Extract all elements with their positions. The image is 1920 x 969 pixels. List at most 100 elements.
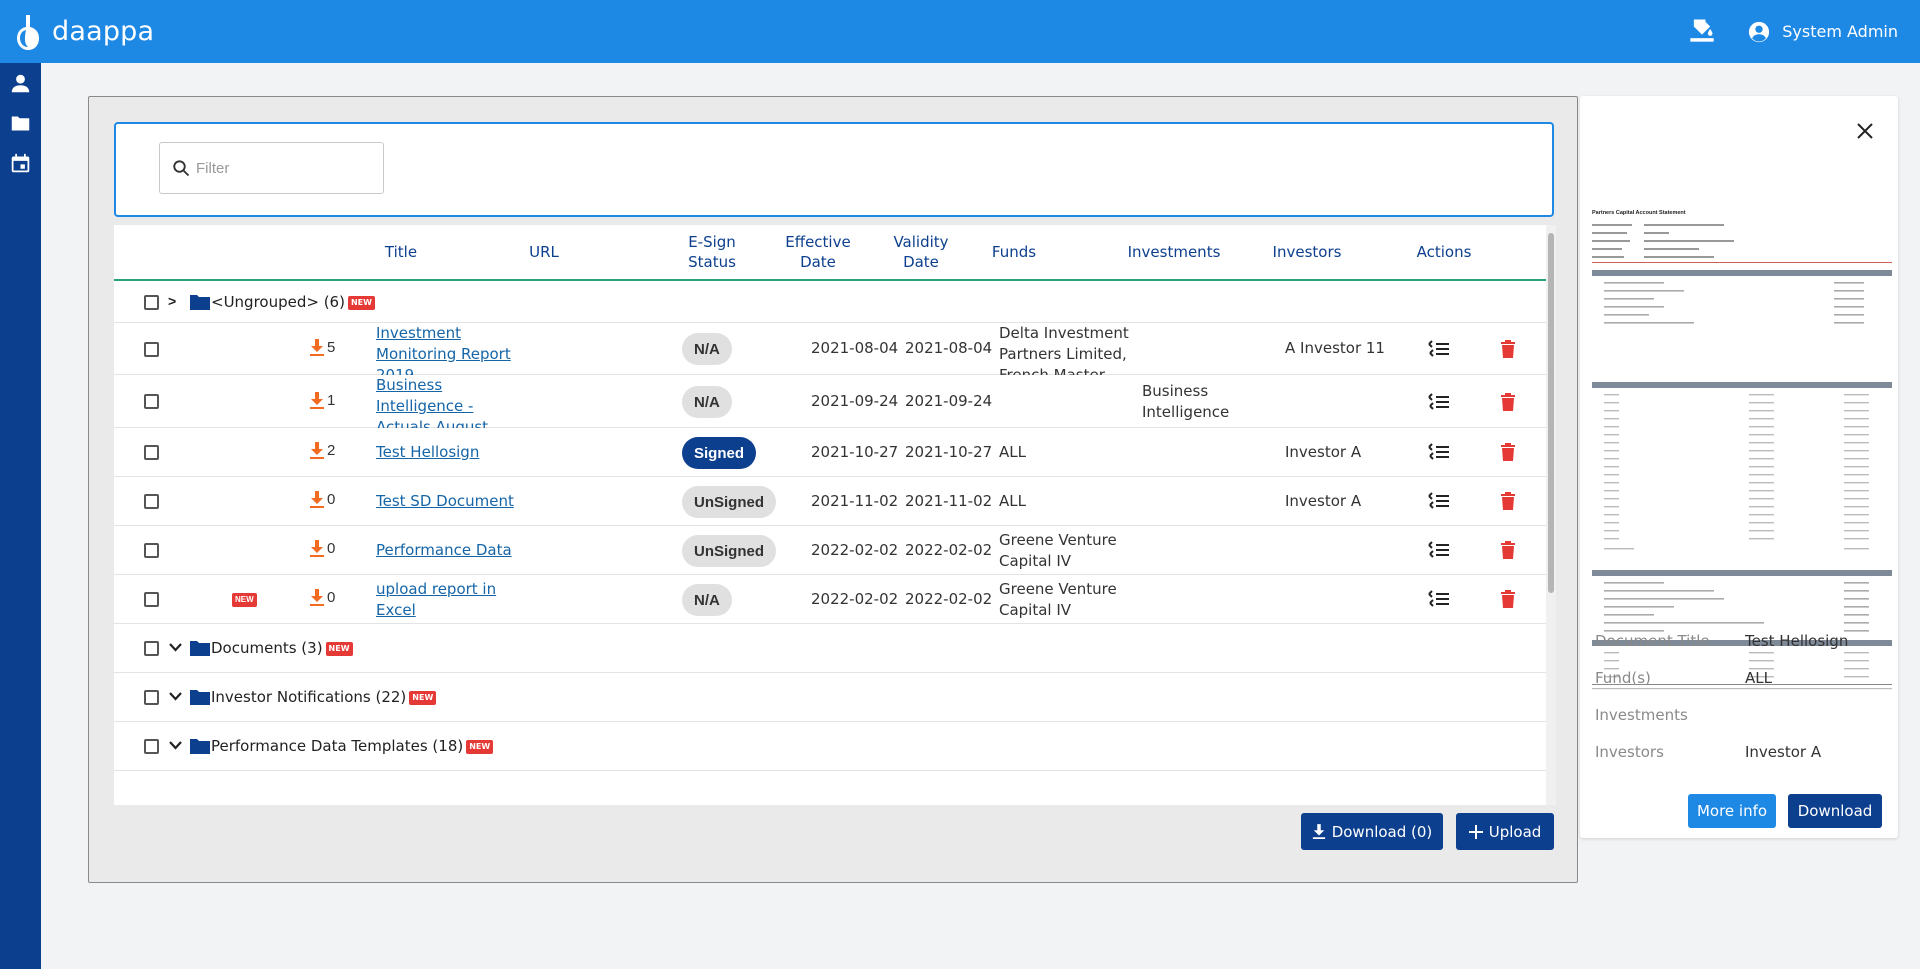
upload-button-label: Upload: [1488, 822, 1542, 841]
chevron-down-icon[interactable]: [169, 643, 182, 652]
document-title-link[interactable]: upload report in Excel: [376, 579, 516, 621]
upload-button[interactable]: Upload: [1456, 813, 1554, 850]
group-row-documents[interactable]: Documents (3) NEW: [114, 624, 1546, 673]
filter-input[interactable]: Filter: [159, 142, 384, 194]
group-label: Documents (3) NEW: [211, 639, 353, 657]
esign-status-badge: UnSigned: [682, 535, 776, 567]
table-row[interactable]: 0 Performance Data UnSigned 2022-02-02 2…: [114, 526, 1546, 575]
download-icon[interactable]: [309, 392, 325, 410]
group-row-investor-notifications[interactable]: Investor Notifications (22) NEW: [114, 673, 1546, 722]
header-url[interactable]: URL: [524, 242, 564, 262]
download-count: 1: [327, 392, 336, 409]
download-count: 0: [327, 589, 336, 606]
checklist-edit-icon[interactable]: [1428, 340, 1450, 358]
header-effective-date[interactable]: Effective Date: [778, 232, 858, 272]
download-icon[interactable]: [309, 540, 325, 558]
header-funds[interactable]: Funds: [989, 242, 1039, 262]
paint-bucket-icon[interactable]: [1688, 16, 1716, 44]
effective-date: 2022-02-02: [811, 541, 899, 559]
checkbox[interactable]: [144, 690, 159, 705]
delete-icon[interactable]: [1501, 541, 1515, 559]
download-icon[interactable]: [309, 442, 325, 460]
delete-icon[interactable]: [1501, 340, 1515, 358]
chevron-right-icon[interactable]: >: [168, 293, 176, 309]
checkbox[interactable]: [144, 342, 159, 357]
table-row[interactable]: 2 Test Hellosign Signed 2021-10-27 2021-…: [114, 428, 1546, 477]
more-info-button[interactable]: More info: [1688, 794, 1776, 828]
investors-cell: Investor A: [1285, 443, 1362, 461]
document-preview-panel: Partners Capital Account Statement Docum…: [1580, 96, 1898, 838]
app-name: daappa: [52, 16, 155, 47]
checkbox[interactable]: [144, 394, 159, 409]
checklist-edit-icon[interactable]: [1428, 443, 1450, 461]
investors-cell: A Investor 11: [1285, 339, 1385, 357]
header-esign[interactable]: E-Sign Status: [682, 232, 742, 272]
download-button[interactable]: Download (0): [1301, 813, 1443, 850]
effective-date: 2021-11-02: [811, 492, 899, 510]
document-title-link[interactable]: Performance Data: [376, 540, 546, 561]
document-title-link[interactable]: Test SD Document: [376, 491, 526, 512]
checkbox[interactable]: [144, 739, 159, 754]
delete-icon[interactable]: [1501, 443, 1515, 461]
download-icon[interactable]: [309, 339, 325, 357]
group-label: <Ungrouped> (6) NEW: [211, 293, 375, 311]
checkbox[interactable]: [144, 543, 159, 558]
checklist-edit-icon[interactable]: [1428, 541, 1450, 559]
download-icon[interactable]: [309, 589, 325, 607]
group-label-text: Investor Notifications (22): [211, 688, 407, 706]
esign-status-badge: Signed: [682, 437, 757, 469]
effective-date: 2022-02-02: [811, 590, 899, 608]
top-bar: daappa System Admin: [0, 0, 1920, 63]
table-row[interactable]: 0 Test SD Document UnSigned 2021-11-02 2…: [114, 477, 1546, 526]
checkbox[interactable]: [144, 592, 159, 607]
close-icon[interactable]: [1856, 122, 1874, 140]
header-title[interactable]: Title: [376, 242, 426, 262]
table-row[interactable]: 5 Investment Monitoring Report 2019 N/A …: [114, 323, 1546, 405]
group-row-performance-templates[interactable]: Performance Data Templates (18) NEW: [114, 722, 1546, 771]
chevron-down-icon[interactable]: [169, 741, 182, 750]
checkbox[interactable]: [144, 295, 159, 310]
checklist-edit-icon[interactable]: [1428, 590, 1450, 608]
logo[interactable]: daappa: [14, 12, 154, 52]
download-button-label: Download (0): [1331, 822, 1433, 841]
header-investments[interactable]: Investments: [1124, 242, 1224, 262]
delete-icon[interactable]: [1501, 590, 1515, 608]
document-title-link[interactable]: Test Hellosign: [376, 442, 526, 463]
validity-date: 2021-08-04: [905, 339, 993, 357]
header-validity-date[interactable]: Validity Date: [886, 232, 956, 272]
preview-download-button[interactable]: Download: [1788, 794, 1882, 828]
side-nav: [0, 63, 41, 969]
funds-cell: Greene Venture Capital IV: [999, 531, 1117, 570]
folder-icon: [190, 641, 210, 656]
folder-icon[interactable]: [10, 113, 31, 134]
new-badge: NEW: [347, 295, 375, 310]
esign-status-badge: UnSigned: [682, 486, 776, 518]
scrollbar-thumb[interactable]: [1548, 233, 1554, 593]
checkbox[interactable]: [144, 494, 159, 509]
chevron-down-icon[interactable]: [169, 692, 182, 701]
delete-icon[interactable]: [1501, 393, 1515, 411]
folder-icon: [190, 295, 210, 310]
funds-cell: ALL: [999, 443, 1026, 461]
user-menu[interactable]: System Admin: [1748, 21, 1898, 43]
detail-value-funds: ALL: [1745, 669, 1772, 687]
table-row[interactable]: NEW 0 upload report in Excel N/A 2022-02…: [114, 575, 1546, 624]
header-investors[interactable]: Investors: [1272, 242, 1342, 262]
header-effective-line1: Effective: [785, 233, 851, 251]
header-actions: Actions: [1416, 243, 1472, 261]
checkbox[interactable]: [144, 445, 159, 460]
table-row[interactable]: 1 Business Intelligence - Actuals August…: [114, 375, 1546, 457]
delete-icon[interactable]: [1501, 492, 1515, 510]
checklist-edit-icon[interactable]: [1428, 492, 1450, 510]
group-row-ungrouped[interactable]: > <Ungrouped> (6) NEW: [114, 282, 1546, 323]
new-badge: NEW: [409, 690, 437, 705]
table-scrollbar[interactable]: [1546, 225, 1556, 805]
document-thumbnail[interactable]: Partners Capital Account Statement: [1584, 152, 1892, 692]
group-label-text: Performance Data Templates (18): [211, 737, 464, 755]
person-icon[interactable]: [10, 73, 31, 94]
checkbox[interactable]: [144, 641, 159, 656]
detail-label-investors: Investors: [1595, 743, 1664, 761]
checklist-edit-icon[interactable]: [1428, 393, 1450, 411]
calendar-icon[interactable]: [10, 153, 31, 174]
download-icon[interactable]: [309, 491, 325, 509]
